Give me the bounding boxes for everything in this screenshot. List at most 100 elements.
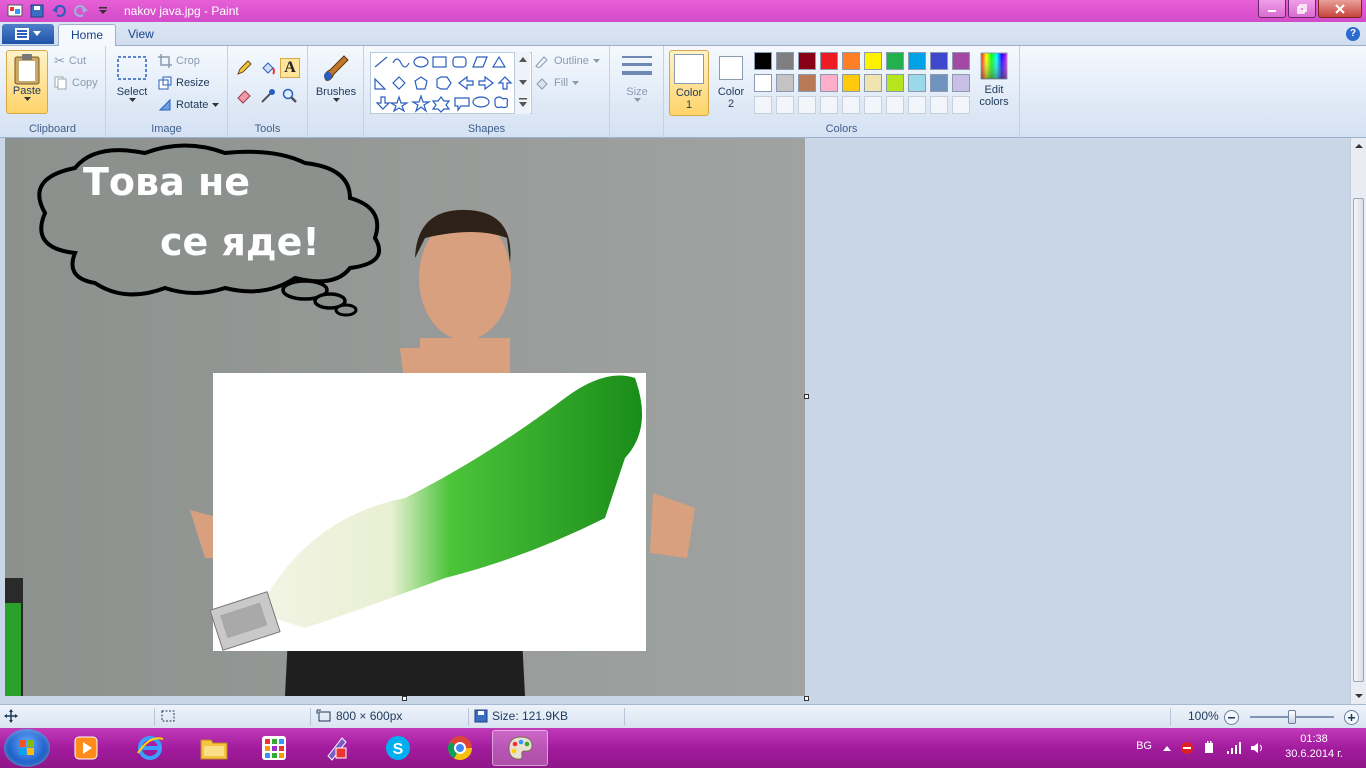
palette-color-swatch[interactable] — [842, 74, 860, 92]
palette-color-swatch[interactable] — [820, 74, 838, 92]
zoom-level-text: 100% — [1188, 709, 1219, 723]
customize-toolbar-icon[interactable] — [94, 2, 112, 20]
save-icon[interactable] — [28, 2, 46, 20]
help-icon[interactable]: ? — [1346, 27, 1360, 41]
copy-button[interactable]: Copy — [54, 73, 98, 93]
brushes-button[interactable]: Brushes — [314, 52, 358, 114]
paint-menu-button[interactable] — [2, 24, 54, 44]
size-button[interactable]: Size — [616, 52, 658, 114]
language-indicator[interactable]: BG — [1136, 740, 1152, 752]
vertical-scrollbar[interactable] — [1350, 138, 1366, 704]
palette-color-swatch[interactable] — [864, 52, 882, 70]
palette-custom-slot[interactable] — [754, 96, 772, 114]
palette-custom-slot[interactable] — [820, 96, 838, 114]
undo-icon[interactable] — [50, 2, 68, 20]
taskbar-chrome[interactable] — [432, 730, 488, 766]
fill-icon — [536, 78, 548, 90]
canvas-resize-handle-bottom[interactable] — [402, 696, 407, 701]
copy-icon — [54, 76, 67, 90]
palette-custom-slot[interactable] — [886, 96, 904, 114]
minimize-button[interactable] — [1258, 0, 1286, 18]
taskbar-file-explorer[interactable] — [186, 730, 242, 766]
scrollbar-thumb[interactable] — [1353, 198, 1364, 682]
paste-button[interactable]: Paste — [6, 50, 48, 114]
palette-color-swatch[interactable] — [820, 52, 838, 70]
palette-custom-slot[interactable] — [776, 96, 794, 114]
close-button[interactable] — [1318, 0, 1362, 18]
taskbar-tools-app[interactable] — [308, 730, 364, 766]
palette-color-swatch[interactable] — [930, 74, 948, 92]
file-size-text: Size: 121.9KB — [492, 709, 569, 723]
edit-colors-button[interactable]: Edit colors — [976, 52, 1012, 116]
zoom-in-button[interactable] — [1344, 710, 1359, 725]
palette-color-swatch[interactable] — [776, 74, 794, 92]
palette-custom-slot[interactable] — [798, 96, 816, 114]
eraser-icon — [237, 90, 251, 104]
taskbar-internet-explorer[interactable] — [122, 730, 178, 766]
paint-app-icon[interactable] — [6, 2, 24, 20]
palette-color-swatch[interactable] — [952, 74, 970, 92]
tab-view[interactable]: View — [116, 24, 166, 46]
selection-size-icon — [161, 710, 175, 722]
crop-button[interactable]: Crop — [158, 51, 200, 71]
palette-color-swatch[interactable] — [864, 74, 882, 92]
canvas-resize-handle-corner[interactable] — [804, 696, 809, 701]
palette-color-swatch[interactable] — [798, 52, 816, 70]
palette-color-swatch[interactable] — [886, 52, 904, 70]
text-tool[interactable]: A — [280, 58, 300, 78]
select-button[interactable]: Select — [114, 54, 150, 114]
fill-button[interactable]: Fill — [534, 73, 580, 93]
palette-color-swatch[interactable] — [798, 74, 816, 92]
palette-custom-slot[interactable] — [842, 96, 860, 114]
color-picker-tool[interactable] — [258, 86, 278, 106]
palette-color-swatch[interactable] — [930, 52, 948, 70]
taskbar-media-player[interactable] — [58, 730, 114, 766]
canvas-resize-handle-right[interactable] — [804, 394, 809, 399]
start-button[interactable] — [4, 729, 50, 767]
color1-button[interactable]: Color 1 — [669, 50, 709, 116]
pencil-tool[interactable] — [234, 58, 254, 78]
resize-button[interactable]: Resize — [158, 73, 210, 93]
drawing-canvas[interactable]: Това не се яде! — [5, 138, 805, 696]
palette-custom-slot[interactable] — [864, 96, 882, 114]
palette-color-swatch[interactable] — [952, 52, 970, 70]
brushes-label: Brushes — [315, 86, 357, 98]
palette-color-swatch[interactable] — [908, 74, 926, 92]
cut-button[interactable]: ✂ Cut — [54, 51, 86, 71]
taskbar-app-grid[interactable] — [246, 730, 302, 766]
palette-color-swatch[interactable] — [776, 52, 794, 70]
svg-text:S: S — [393, 741, 404, 758]
palette-color-swatch[interactable] — [754, 74, 772, 92]
taskbar-paint[interactable] — [492, 730, 548, 766]
select-icon — [117, 56, 147, 80]
palette-color-swatch[interactable] — [908, 52, 926, 70]
image-group-label: Image — [151, 123, 182, 135]
tab-home[interactable]: Home — [58, 24, 117, 46]
clock[interactable]: 01:38 30.6.2014 г. — [1274, 732, 1354, 762]
redo-icon[interactable] — [72, 2, 90, 20]
fill-label: Fill — [554, 77, 569, 89]
palette-color-swatch[interactable] — [842, 52, 860, 70]
color2-button[interactable]: Color 2 — [712, 50, 750, 116]
shapes-gallery[interactable] — [370, 52, 532, 114]
selection-size — [160, 709, 176, 723]
zoom-slider[interactable] — [1250, 710, 1334, 724]
rotate-button[interactable]: Rotate — [158, 95, 220, 115]
palette-color-swatch[interactable] — [754, 52, 772, 70]
shapes-gallery-scroll[interactable] — [514, 52, 530, 114]
taskbar-skype[interactable]: S — [370, 730, 426, 766]
zoom-slider-thumb[interactable] — [1288, 710, 1296, 724]
fill-tool[interactable] — [258, 58, 278, 78]
restore-button[interactable] — [1288, 0, 1316, 18]
outline-button[interactable]: Outline — [534, 51, 600, 71]
palette-custom-slot[interactable] — [952, 96, 970, 114]
colors-group-label: Colors — [825, 123, 858, 135]
chevron-down-icon — [592, 59, 600, 63]
magnifier-tool[interactable] — [280, 86, 300, 106]
zoom-out-button[interactable] — [1224, 710, 1239, 725]
palette-custom-slot[interactable] — [908, 96, 926, 114]
eraser-tool[interactable] — [234, 86, 254, 106]
palette-custom-slot[interactable] — [930, 96, 948, 114]
palette-color-swatch[interactable] — [886, 74, 904, 92]
image-dimensions-icon — [316, 709, 331, 722]
